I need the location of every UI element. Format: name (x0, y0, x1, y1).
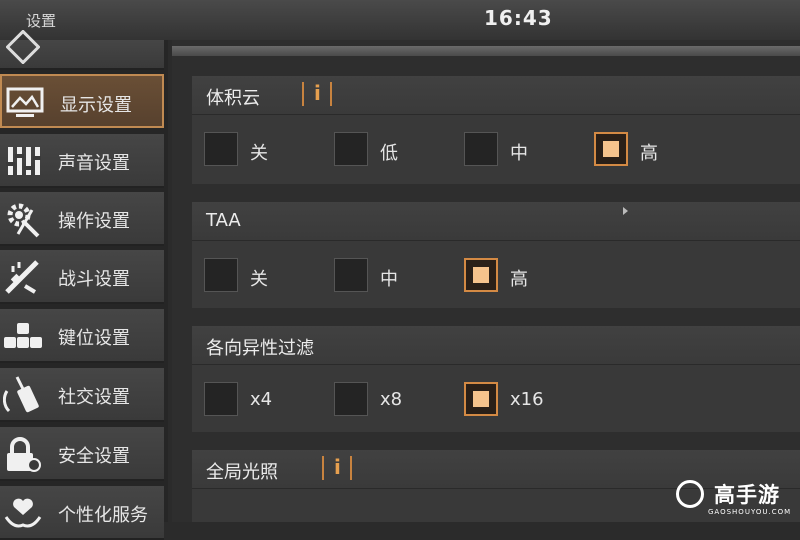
option-label: 中 (380, 269, 398, 290)
setting-volumetric-clouds: 体积云 i 关 低 中 高 (192, 76, 800, 184)
option-label: 关 (250, 269, 268, 290)
sidebar-item-label: 个性化服务 (58, 505, 148, 526)
checkbox[interactable] (204, 382, 238, 416)
checkbox[interactable] (334, 258, 368, 292)
heart-hand-icon (2, 492, 44, 534)
sidebar-item-label: 操作设置 (58, 211, 130, 232)
setting-header: 各向异性过滤 (192, 326, 800, 365)
clock: 16:43 (484, 6, 553, 30)
watermark-subtext: GAOSHOUYOU.COM (708, 508, 792, 516)
setting-header: 体积云 i (192, 76, 800, 115)
sidebar-item-keybinds[interactable]: 键位设置 (0, 309, 164, 363)
rifle-icon (2, 256, 44, 298)
checkbox[interactable] (464, 132, 498, 166)
sidebar-item-partial[interactable] (0, 30, 164, 70)
info-icon[interactable]: i (322, 455, 352, 480)
watermark: 高手游 GAOSHOUYOU.COM (672, 478, 796, 518)
partial-icon (2, 26, 44, 68)
sidebar-item-label: 键位设置 (58, 328, 130, 349)
setting-label: TAA (206, 210, 241, 231)
watermark-text: 高手游 (714, 483, 780, 507)
option-label: 高 (510, 269, 528, 290)
settings-panel: 体积云 i 关 低 中 高 TAA 关 中 高 各向异性过滤 x4 x8 x16… (172, 40, 800, 522)
setting-label: 全局光照 (206, 462, 278, 483)
option-label: 高 (640, 143, 658, 164)
settings-sidebar: 显示设置 声音设置 操作设置 战斗设置 键位设置 社交设置 安全设置 个性化服务 (0, 30, 168, 540)
sidebar-item-display[interactable]: 显示设置 (0, 74, 164, 128)
option-label: x4 (250, 389, 273, 410)
equalizer-icon (2, 140, 44, 182)
setting-label: 各向异性过滤 (206, 338, 314, 359)
option-label: 中 (510, 143, 528, 164)
info-icon[interactable]: i (302, 81, 332, 106)
gear-icon (2, 198, 44, 240)
logo-icon (676, 480, 704, 508)
sidebar-item-controls[interactable]: 操作设置 (0, 192, 164, 246)
scroll-top-edge (172, 46, 800, 56)
sidebar-item-label: 安全设置 (58, 446, 130, 467)
option-label: x8 (380, 389, 403, 410)
top-bar: 设置 16:43 (0, 0, 800, 40)
sidebar-item-security[interactable]: 安全设置 (0, 427, 164, 481)
checkbox[interactable] (204, 132, 238, 166)
sidebar-item-combat[interactable]: 战斗设置 (0, 250, 164, 304)
sidebar-item-label: 显示设置 (60, 95, 132, 116)
checkbox-checked[interactable] (594, 132, 628, 166)
checkbox[interactable] (204, 258, 238, 292)
keyboard-icon (2, 315, 44, 357)
monitor-icon (4, 82, 46, 124)
mouse-cursor-icon (623, 207, 628, 215)
sidebar-item-label: 社交设置 (58, 387, 130, 408)
checkbox-checked[interactable] (464, 382, 498, 416)
checkbox-checked[interactable] (464, 258, 498, 292)
checkbox[interactable] (334, 382, 368, 416)
setting-anisotropic-filtering: 各向异性过滤 x4 x8 x16 (192, 326, 800, 432)
option-label: 低 (380, 143, 398, 164)
option-label: x16 (510, 389, 544, 410)
setting-taa: TAA 关 中 高 (192, 202, 800, 308)
sidebar-item-sound[interactable]: 声音设置 (0, 134, 164, 188)
walkie-talkie-icon (2, 374, 44, 416)
sidebar-item-label: 声音设置 (58, 153, 130, 174)
lock-icon (2, 433, 44, 475)
setting-label: 体积云 (206, 88, 260, 109)
sidebar-item-label: 战斗设置 (58, 269, 130, 290)
setting-header: TAA (192, 202, 800, 241)
checkbox[interactable] (334, 132, 368, 166)
option-label: 关 (250, 143, 268, 164)
sidebar-item-personalization[interactable]: 个性化服务 (0, 486, 164, 540)
sidebar-item-social[interactable]: 社交设置 (0, 368, 164, 422)
